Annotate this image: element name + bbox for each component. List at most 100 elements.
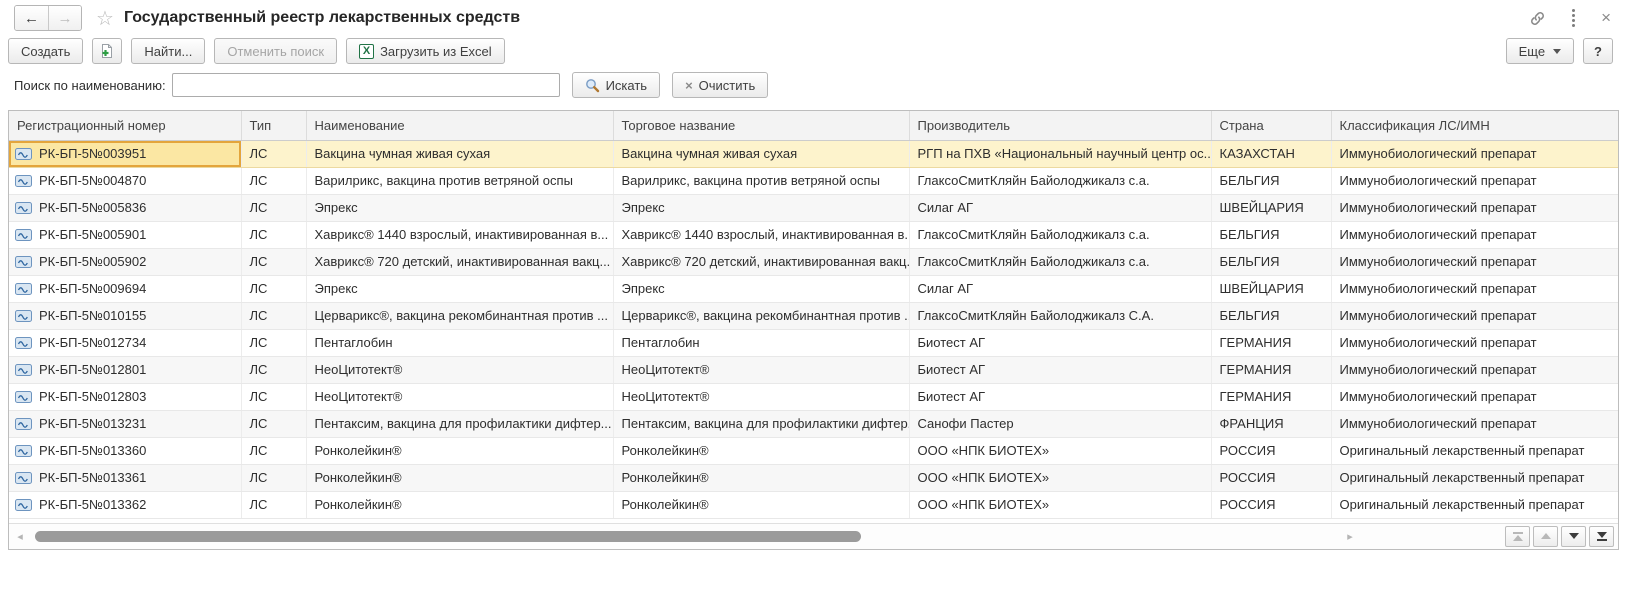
cell-reg[interactable]: РК-БП-5№013360 bbox=[9, 437, 241, 464]
cell-reg[interactable]: РК-БП-5№012803 bbox=[9, 383, 241, 410]
more-button[interactable]: Еще bbox=[1506, 38, 1574, 64]
clear-search-button[interactable]: × Очистить bbox=[672, 72, 768, 98]
cell-classification[interactable]: Иммунобиологический препарат bbox=[1331, 410, 1618, 437]
cell-trade[interactable]: Эпрекс bbox=[613, 275, 909, 302]
cell-country[interactable]: ГЕРМАНИЯ bbox=[1211, 329, 1331, 356]
column-header-classification[interactable]: Классификация ЛС/ИМН bbox=[1331, 111, 1618, 140]
cell-classification[interactable]: Иммунобиологический препарат bbox=[1331, 302, 1618, 329]
cell-reg[interactable]: РК-БП-5№013362 bbox=[9, 491, 241, 518]
table-row[interactable]: РК-БП-5№013362ЛСРонколейкин®Ронколейкин®… bbox=[9, 491, 1618, 518]
cell-classification[interactable]: Иммунобиологический препарат bbox=[1331, 329, 1618, 356]
cell-country[interactable]: БЕЛЬГИЯ bbox=[1211, 167, 1331, 194]
cell-manufacturer[interactable]: ООО «НПК БИОТЕХ» bbox=[909, 437, 1211, 464]
scroll-right-icon[interactable]: ▸ bbox=[1343, 530, 1357, 543]
table-row[interactable]: РК-БП-5№013231ЛСПентаксим, вакцина для п… bbox=[9, 410, 1618, 437]
table-row[interactable]: РК-БП-5№013360ЛСРонколейкин®Ронколейкин®… bbox=[9, 437, 1618, 464]
table-row[interactable]: РК-БП-5№012734ЛСПентаглобинПентаглобинБи… bbox=[9, 329, 1618, 356]
cell-type[interactable]: ЛС bbox=[241, 464, 306, 491]
cell-name[interactable]: Ронколейкин® bbox=[306, 491, 613, 518]
cell-name[interactable]: Варилрикс, вакцина против ветряной оспы bbox=[306, 167, 613, 194]
cell-trade[interactable]: Ронколейкин® bbox=[613, 464, 909, 491]
cell-classification[interactable]: Иммунобиологический препарат bbox=[1331, 383, 1618, 410]
find-button[interactable]: Найти... bbox=[131, 38, 205, 64]
cell-reg[interactable]: РК-БП-5№010155 bbox=[9, 302, 241, 329]
cell-manufacturer[interactable]: ГлаксоСмитКляйн Байолоджикалз с.а. bbox=[909, 248, 1211, 275]
cell-reg[interactable]: РК-БП-5№013231 bbox=[9, 410, 241, 437]
cell-classification[interactable]: Иммунобиологический препарат bbox=[1331, 275, 1618, 302]
cell-type[interactable]: ЛС bbox=[241, 275, 306, 302]
table-row[interactable]: РК-БП-5№009694ЛСЭпрексЭпрексСилаг АГШВЕЙ… bbox=[9, 275, 1618, 302]
help-button[interactable]: ? bbox=[1583, 38, 1613, 64]
cell-classification[interactable]: Оригинальный лекарственный препарат bbox=[1331, 491, 1618, 518]
cell-name[interactable]: Вакцина чумная живая сухая bbox=[306, 140, 613, 167]
scroll-to-bottom-button[interactable] bbox=[1589, 526, 1614, 547]
create-button[interactable]: Создать bbox=[8, 38, 83, 64]
scroll-up-button[interactable] bbox=[1533, 526, 1558, 547]
cell-classification[interactable]: Иммунобиологический препарат bbox=[1331, 140, 1618, 167]
cell-type[interactable]: ЛС bbox=[241, 194, 306, 221]
cell-type[interactable]: ЛС bbox=[241, 302, 306, 329]
table-row[interactable]: РК-БП-5№005901ЛСХаврикс® 1440 взрослый, … bbox=[9, 221, 1618, 248]
horizontal-scrollbar-thumb[interactable] bbox=[35, 531, 861, 542]
cell-manufacturer[interactable]: Биотест АГ bbox=[909, 383, 1211, 410]
table-row[interactable]: РК-БП-5№013361ЛСРонколейкин®Ронколейкин®… bbox=[9, 464, 1618, 491]
cell-trade[interactable]: Варилрикс, вакцина против ветряной оспы bbox=[613, 167, 909, 194]
cell-reg[interactable]: РК-БП-5№005901 bbox=[9, 221, 241, 248]
close-icon[interactable]: × bbox=[1601, 8, 1611, 28]
table-row[interactable]: РК-БП-5№012803ЛСНеоЦитотект®НеоЦитотект®… bbox=[9, 383, 1618, 410]
cell-manufacturer[interactable]: Биотест АГ bbox=[909, 329, 1211, 356]
cell-trade[interactable]: Церварикс®, вакцина рекомбинантная проти… bbox=[613, 302, 909, 329]
cell-classification[interactable]: Иммунобиологический препарат bbox=[1331, 167, 1618, 194]
cell-name[interactable]: Хаврикс® 720 детский, инактивированная в… bbox=[306, 248, 613, 275]
cell-manufacturer[interactable]: ГлаксоСмитКляйн Байолоджикалз С.А. bbox=[909, 302, 1211, 329]
cell-country[interactable]: ФРАНЦИЯ bbox=[1211, 410, 1331, 437]
cell-trade[interactable]: Ронколейкин® bbox=[613, 437, 909, 464]
cell-country[interactable]: БЕЛЬГИЯ bbox=[1211, 248, 1331, 275]
table-row[interactable]: РК-БП-5№010155ЛСЦерварикс®, вакцина реко… bbox=[9, 302, 1618, 329]
column-header-name[interactable]: Наименование bbox=[306, 111, 613, 140]
cell-classification[interactable]: Оригинальный лекарственный препарат bbox=[1331, 464, 1618, 491]
cell-type[interactable]: ЛС bbox=[241, 491, 306, 518]
cell-country[interactable]: РОССИЯ bbox=[1211, 464, 1331, 491]
cell-manufacturer[interactable]: ООО «НПК БИОТЕХ» bbox=[909, 464, 1211, 491]
cell-classification[interactable]: Оригинальный лекарственный препарат bbox=[1331, 437, 1618, 464]
table-row[interactable]: РК-БП-5№004870ЛСВарилрикс, вакцина проти… bbox=[9, 167, 1618, 194]
cell-reg[interactable]: РК-БП-5№003951 bbox=[9, 140, 241, 167]
cell-type[interactable]: ЛС bbox=[241, 140, 306, 167]
search-button[interactable]: Искать bbox=[572, 72, 661, 98]
back-button[interactable]: ← bbox=[15, 6, 48, 30]
cell-name[interactable]: Эпрекс bbox=[306, 194, 613, 221]
cell-type[interactable]: ЛС bbox=[241, 329, 306, 356]
cell-country[interactable]: БЕЛЬГИЯ bbox=[1211, 302, 1331, 329]
cell-trade[interactable]: Хаврикс® 1440 взрослый, инактивированная… bbox=[613, 221, 909, 248]
link-icon[interactable] bbox=[1529, 10, 1546, 27]
create-new-document-button[interactable] bbox=[92, 38, 122, 64]
cell-classification[interactable]: Иммунобиологический препарат bbox=[1331, 248, 1618, 275]
cell-manufacturer[interactable]: РГП на ПХВ «Национальный научный центр о… bbox=[909, 140, 1211, 167]
cell-name[interactable]: Хаврикс® 1440 взрослый, инактивированная… bbox=[306, 221, 613, 248]
cell-type[interactable]: ЛС bbox=[241, 356, 306, 383]
column-header-country[interactable]: Страна bbox=[1211, 111, 1331, 140]
cell-manufacturer[interactable]: ГлаксоСмитКляйн Байолоджикалз с.а. bbox=[909, 221, 1211, 248]
cell-reg[interactable]: РК-БП-5№005902 bbox=[9, 248, 241, 275]
cell-name[interactable]: Ронколейкин® bbox=[306, 464, 613, 491]
table-row[interactable]: РК-БП-5№005902ЛСХаврикс® 720 детский, ин… bbox=[9, 248, 1618, 275]
cell-name[interactable]: Церварикс®, вакцина рекомбинантная проти… bbox=[306, 302, 613, 329]
cell-manufacturer[interactable]: Биотест АГ bbox=[909, 356, 1211, 383]
cell-trade[interactable]: Пентаглобин bbox=[613, 329, 909, 356]
cell-name[interactable]: Пентаксим, вакцина для профилактики дифт… bbox=[306, 410, 613, 437]
cell-manufacturer[interactable]: Санофи Пастер bbox=[909, 410, 1211, 437]
cell-trade[interactable]: НеоЦитотект® bbox=[613, 356, 909, 383]
cell-name[interactable]: Пентаглобин bbox=[306, 329, 613, 356]
table-row[interactable]: РК-БП-5№005836ЛСЭпрексЭпрексСилаг АГШВЕЙ… bbox=[9, 194, 1618, 221]
search-input[interactable] bbox=[172, 73, 560, 97]
cell-name[interactable]: НеоЦитотект® bbox=[306, 383, 613, 410]
cell-reg[interactable]: РК-БП-5№009694 bbox=[9, 275, 241, 302]
column-header-manufacturer[interactable]: Производитель bbox=[909, 111, 1211, 140]
cell-manufacturer[interactable]: Силаг АГ bbox=[909, 275, 1211, 302]
cell-trade[interactable]: Хаврикс® 720 детский, инактивированная в… bbox=[613, 248, 909, 275]
cell-country[interactable]: РОССИЯ bbox=[1211, 437, 1331, 464]
cell-type[interactable]: ЛС bbox=[241, 410, 306, 437]
forward-button[interactable]: → bbox=[48, 6, 81, 30]
table-row[interactable]: РК-БП-5№012801ЛСНеоЦитотект®НеоЦитотект®… bbox=[9, 356, 1618, 383]
